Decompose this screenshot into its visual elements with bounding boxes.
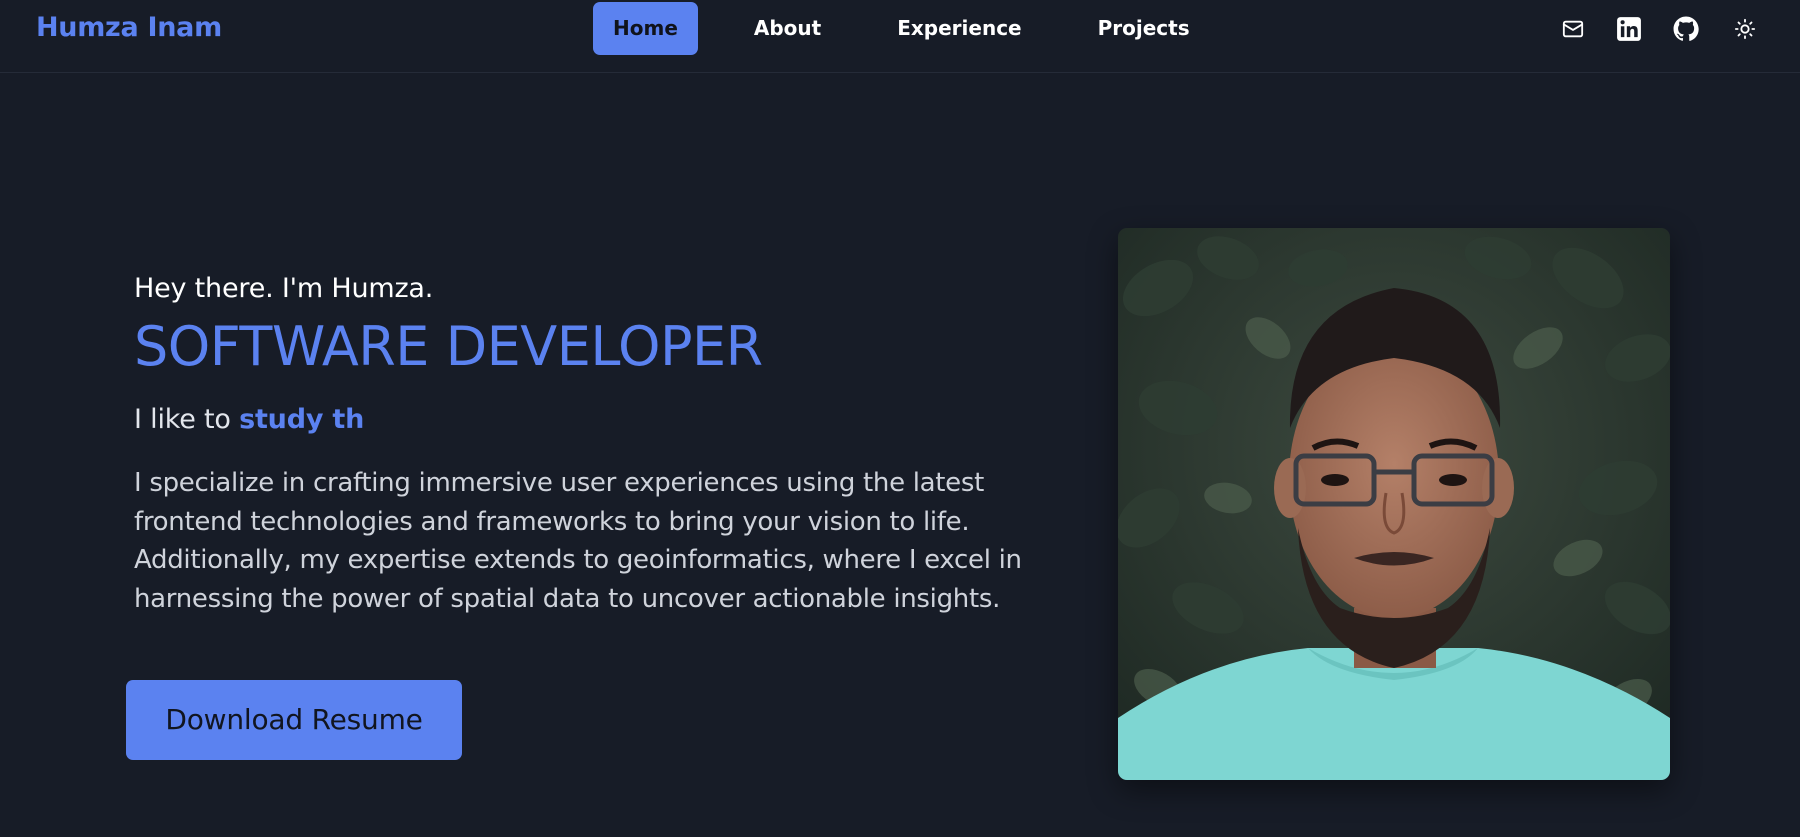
theme-toggle-sun-icon[interactable] (1731, 15, 1759, 43)
nav-link-experience[interactable]: Experience (877, 2, 1041, 55)
profile-photo (1118, 228, 1670, 780)
typed-text: study th (239, 404, 365, 435)
github-icon[interactable] (1672, 15, 1700, 43)
brand-logo[interactable]: Humza Inam (36, 12, 222, 43)
nav-link-about[interactable]: About (734, 2, 841, 55)
nav-link-home[interactable]: Home (593, 2, 698, 55)
hero-text: Hey there. I'm Humza. SOFTWARE DEVELOPER… (134, 270, 1034, 618)
greeting-text: Hey there. I'm Humza. (134, 273, 434, 304)
top-navbar: Humza Inam Home About Experience Project… (0, 0, 1800, 73)
download-resume-button[interactable]: Download Resume (126, 680, 462, 760)
tagline: I like to study th (134, 402, 1034, 438)
linkedin-icon[interactable] (1615, 15, 1643, 43)
nav-link-projects[interactable]: Projects (1078, 2, 1210, 55)
mail-icon[interactable] (1559, 15, 1587, 43)
nav-links: Home About Experience Projects (593, 2, 1210, 55)
tagline-prefix: I like to (134, 404, 240, 435)
bio-paragraph: I specialize in crafting immersive user … (134, 468, 1022, 614)
headline: SOFTWARE DEVELOPER (134, 315, 763, 378)
